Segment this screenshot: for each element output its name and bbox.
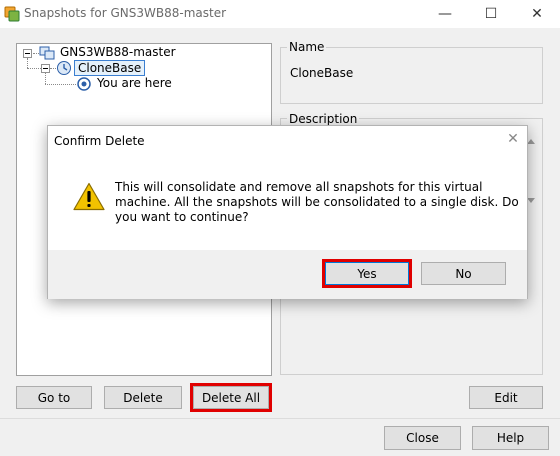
- close-button[interactable]: Close: [384, 426, 461, 450]
- scroll-up-icon[interactable]: [527, 139, 535, 144]
- dialog-title: Confirm Delete: [54, 134, 145, 148]
- name-group: Name CloneBase: [280, 40, 543, 104]
- name-legend: Name: [287, 40, 327, 54]
- close-icon: ✕: [531, 6, 543, 22]
- tree-item-clonebase[interactable]: CloneBase: [74, 60, 146, 76]
- minimize-icon: —: [438, 6, 452, 22]
- dialog-message: This will consolidate and remove all sna…: [115, 180, 519, 224]
- window-title: Snapshots for GNS3WB88-master: [24, 6, 227, 20]
- help-button[interactable]: Help: [472, 426, 549, 450]
- current-state-icon: [77, 77, 91, 91]
- minimize-button[interactable]: —: [422, 0, 468, 28]
- maximize-button[interactable]: ☐: [468, 0, 514, 28]
- root-collapse-toggle[interactable]: [23, 49, 32, 58]
- description-legend: Description: [287, 112, 360, 126]
- maximize-icon: ☐: [484, 6, 498, 22]
- scroll-down-icon[interactable]: [527, 198, 535, 203]
- tree-root-label[interactable]: GNS3WB88-master: [60, 45, 176, 59]
- title-bar[interactable]: Snapshots for GNS3WB88-master — ☐ ✕: [0, 0, 560, 28]
- clonebase-collapse-toggle[interactable]: [41, 64, 50, 73]
- close-window-button[interactable]: ✕: [514, 0, 560, 28]
- close-icon: ✕: [507, 131, 519, 147]
- snapshot-name-value: CloneBase: [290, 66, 354, 80]
- delete-all-button[interactable]: Delete All: [193, 386, 269, 409]
- dialog-footer: Yes No: [48, 250, 527, 299]
- no-button[interactable]: No: [421, 262, 506, 285]
- vm-icon: [39, 46, 55, 60]
- snapshot-icon: [57, 61, 71, 75]
- confirm-delete-dialog[interactable]: Confirm Delete ✕ This will consolidate a…: [47, 125, 528, 299]
- tree-connector: [27, 68, 41, 69]
- tree-connector: [45, 73, 46, 84]
- delete-button[interactable]: Delete: [104, 386, 182, 409]
- tree-item-you-are-here[interactable]: You are here: [97, 76, 172, 90]
- tree-connector: [45, 84, 76, 85]
- edit-button[interactable]: Edit: [469, 386, 543, 409]
- footer-divider: [0, 418, 560, 419]
- warning-icon: [73, 182, 105, 211]
- vmware-icon: [4, 6, 20, 22]
- tree-connector: [27, 58, 28, 68]
- goto-button[interactable]: Go to: [16, 386, 92, 409]
- yes-button[interactable]: Yes: [325, 262, 409, 285]
- dialog-close-button[interactable]: ✕: [503, 129, 523, 149]
